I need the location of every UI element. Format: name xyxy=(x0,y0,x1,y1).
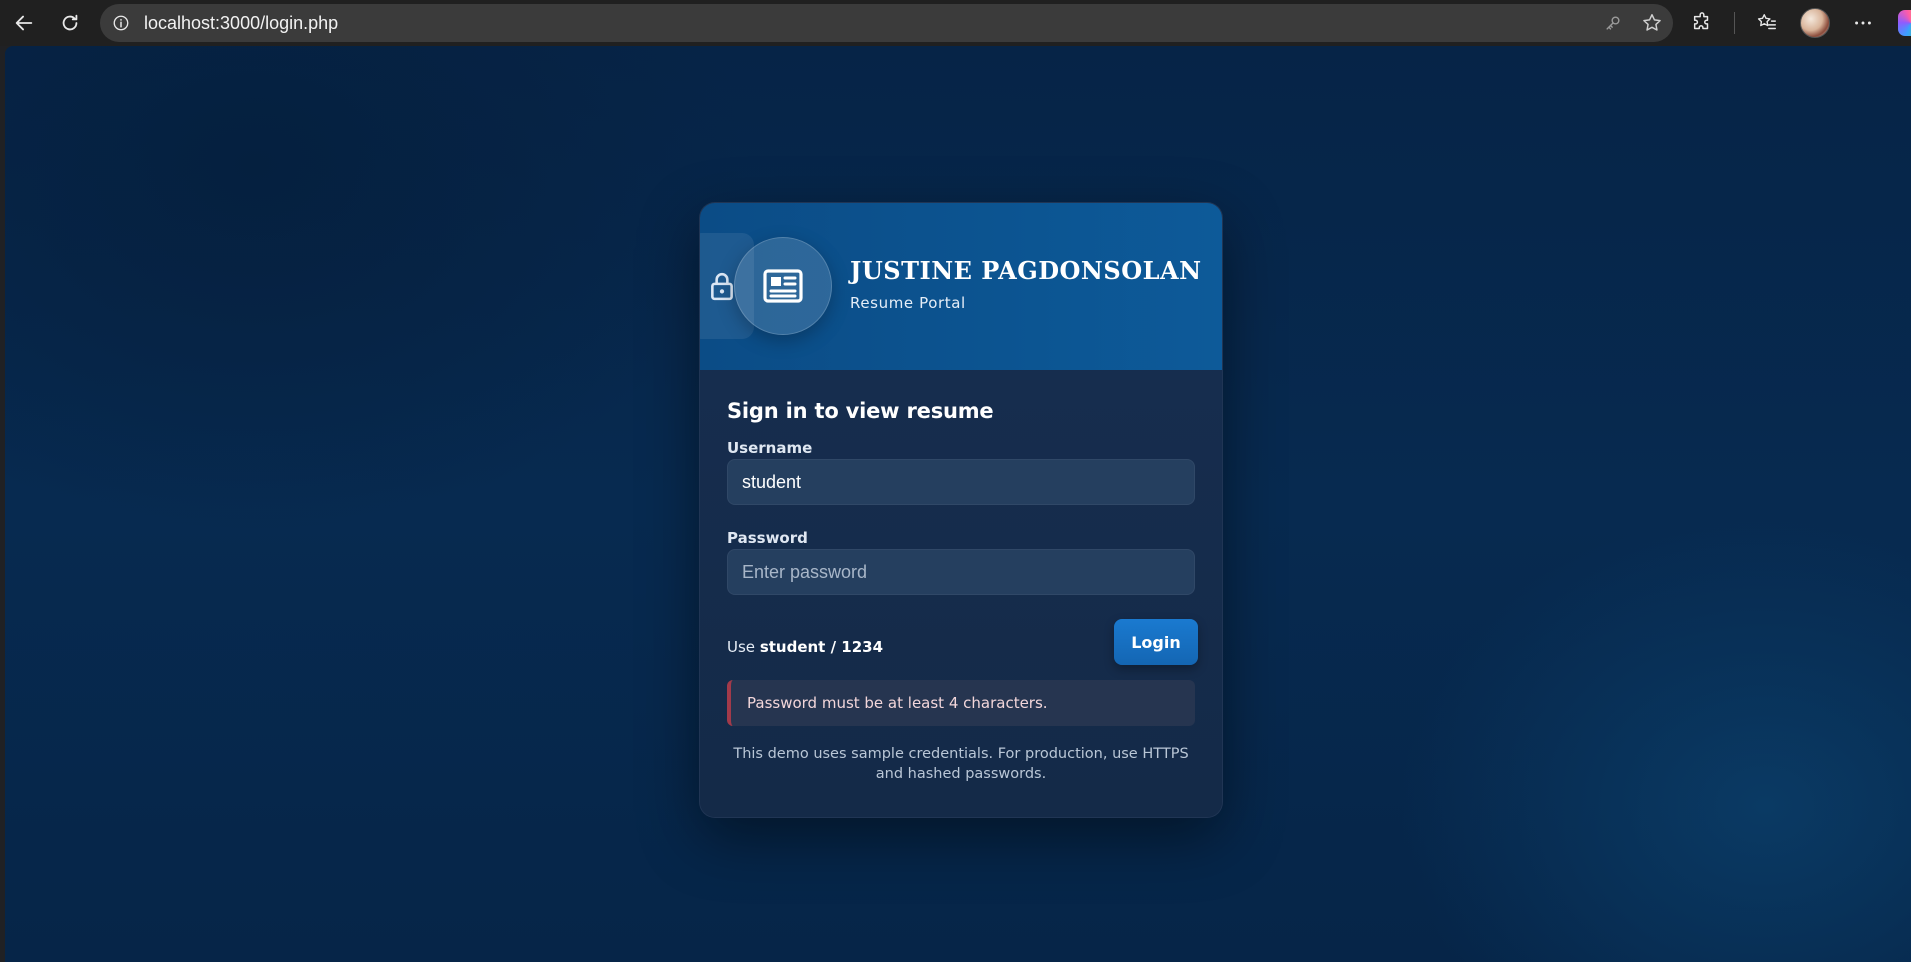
hint-credentials: student / 1234 xyxy=(759,638,884,656)
reload-icon xyxy=(62,14,78,31)
reload-button[interactable] xyxy=(50,3,90,43)
extensions-button[interactable] xyxy=(1686,7,1718,39)
password-label: Password xyxy=(727,529,808,547)
url-text[interactable]: localhost:3000/login.php xyxy=(144,13,338,34)
favorites-list-icon xyxy=(1757,14,1776,30)
browser-toolbar: localhost:3000/login.php xyxy=(0,0,1911,46)
brand-name: JUSTINE PAGDONSOLAN xyxy=(850,256,1202,285)
back-arrow-icon xyxy=(15,15,33,31)
favorites-button[interactable] xyxy=(1751,7,1783,39)
username-input[interactable] xyxy=(727,459,1195,505)
toolbar-separator xyxy=(1734,12,1735,34)
newspaper-icon xyxy=(763,269,803,303)
page-background: JUSTINE PAGDONSOLAN Resume Portal Sign i… xyxy=(5,46,1911,962)
brand-subtitle: Resume Portal xyxy=(850,294,966,312)
login-card: JUSTINE PAGDONSOLAN Resume Portal Sign i… xyxy=(699,202,1223,818)
error-alert: Password must be at least 4 characters. xyxy=(727,680,1195,726)
more-button[interactable] xyxy=(1847,7,1879,39)
back-button[interactable] xyxy=(4,3,44,43)
login-form: Sign in to view resume Username Password… xyxy=(700,370,1222,817)
security-footnote: This demo uses sample credentials. For p… xyxy=(733,746,1189,782)
copilot-button[interactable] xyxy=(1895,7,1911,39)
card-header: JUSTINE PAGDONSOLAN Resume Portal xyxy=(700,203,1222,370)
error-message: Password must be at least 4 characters. xyxy=(747,694,1048,712)
login-button[interactable]: Login xyxy=(1114,619,1198,665)
address-bar[interactable]: localhost:3000/login.php xyxy=(100,4,1673,42)
form-title: Sign in to view resume xyxy=(727,399,994,423)
logo-badge xyxy=(734,237,832,335)
info-icon[interactable] xyxy=(112,14,130,32)
lock-icon xyxy=(711,273,733,301)
profile-button[interactable] xyxy=(1799,7,1831,39)
password-input[interactable] xyxy=(727,549,1195,595)
puzzle-icon xyxy=(1693,12,1709,30)
avatar xyxy=(1800,8,1830,38)
more-dots-icon xyxy=(1855,21,1871,25)
copilot-icon xyxy=(1898,10,1911,36)
username-label: Username xyxy=(727,439,813,457)
key-icon[interactable] xyxy=(1603,13,1623,33)
hint-prefix: Use xyxy=(727,638,756,656)
credentials-hint: Use student / 1234 xyxy=(727,638,883,656)
star-icon[interactable] xyxy=(1641,12,1663,34)
